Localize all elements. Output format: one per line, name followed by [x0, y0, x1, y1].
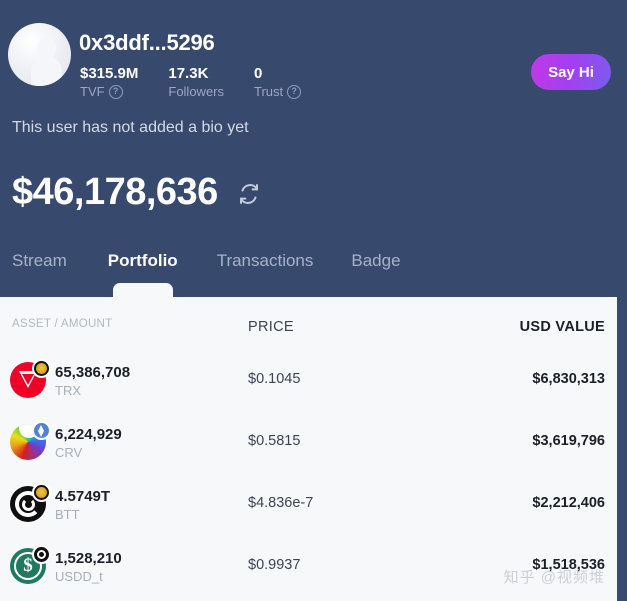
trx-coin-icon	[10, 359, 52, 401]
asset-amount: 65,386,708	[55, 364, 131, 381]
tron-chain-badge	[32, 483, 51, 502]
column-header-price: PRICE	[248, 319, 294, 335]
asset-usd-value: $3,619,796	[532, 433, 605, 449]
profile-bio: This user has not added a bio yet	[12, 119, 249, 136]
asset-symbol: USDD_t	[55, 569, 103, 584]
tab-transactions[interactable]: Transactions	[217, 249, 314, 297]
stat-tvf: $315.9M TVF ?	[80, 64, 138, 101]
stat-followers-label: Followers	[168, 83, 224, 101]
dark-chain-badge-inner	[37, 550, 46, 559]
asset-symbol: CRV	[55, 445, 83, 460]
asset-usd-value: $1,518,536	[532, 557, 605, 573]
stat-followers-value: 17.3K	[168, 65, 209, 82]
tron-chain-badge-inner	[36, 487, 47, 498]
profile-header: 0x3ddf...5296 $315.9M TVF ? 17.3K Follow…	[0, 0, 627, 297]
tab-badge-label: Badge	[351, 251, 401, 270]
avatar[interactable]	[8, 23, 71, 86]
column-header-asset: ASSET / AMOUNT	[12, 318, 113, 330]
page-title: 0x3ddf...5296	[79, 30, 215, 55]
tab-transactions-label: Transactions	[216, 251, 314, 270]
say-hi-button[interactable]: Say Hi	[531, 54, 611, 90]
stat-trust: 0 Trust ?	[254, 64, 302, 101]
avatar-body-shape	[30, 56, 62, 86]
tab-indicator	[112, 283, 173, 297]
balance-row: $46,178,636	[12, 169, 261, 215]
portfolio-table: ASSET / AMOUNT PRICE USD VALUE 65,386,70…	[0, 297, 617, 601]
stat-trust-label: Trust ?	[254, 83, 302, 101]
tab-stream[interactable]: Stream	[12, 249, 67, 297]
stat-followers[interactable]: 17.3K Followers	[168, 64, 224, 101]
asset-price: $0.1045	[248, 371, 301, 387]
help-icon[interactable]: ?	[287, 85, 302, 99]
table-row[interactable]: 65,386,708 TRX $0.1045 $6,830,313	[0, 349, 617, 411]
stat-trust-value: 0	[254, 65, 263, 82]
tab-portfolio-label: Portfolio	[107, 251, 178, 270]
tab-portfolio[interactable]: Portfolio	[108, 249, 178, 297]
refresh-icon[interactable]	[237, 182, 261, 206]
tab-stream-label: Stream	[12, 251, 67, 270]
total-balance: $46,178,636	[12, 171, 218, 213]
asset-amount: 4.5749T	[55, 488, 111, 505]
crv-coin-icon	[10, 421, 52, 463]
asset-amount: 1,528,210	[55, 550, 122, 567]
stat-tvf-value: $315.9M	[80, 65, 139, 82]
tab-badge[interactable]: Badge	[351, 249, 400, 297]
asset-price: $0.5815	[248, 433, 301, 449]
stat-trust-label-text: Trust	[254, 84, 284, 99]
btt-spiral-inner	[22, 498, 35, 511]
tron-chain-badge	[32, 359, 51, 378]
asset-usd-value: $2,212,406	[532, 495, 605, 511]
asset-price: $4.836e-7	[248, 495, 314, 511]
asset-usd-value: $6,830,313	[532, 371, 605, 387]
btt-coin-icon	[10, 483, 52, 525]
table-header-row: ASSET / AMOUNT PRICE USD VALUE	[0, 297, 617, 349]
profile-stats: $315.9M TVF ? 17.3K Followers 0 Trust ?	[80, 64, 331, 101]
asset-symbol: TRX	[55, 383, 81, 398]
column-header-usd-value: USD VALUE	[519, 319, 605, 335]
asset-symbol: BTT	[55, 507, 80, 522]
stat-followers-label-text: Followers	[168, 84, 224, 99]
table-row[interactable]: $ 1,528,210 USDD_t $0.9937 $1,518,536	[0, 535, 617, 597]
trx-triangle-inner-shape	[22, 374, 34, 385]
table-row[interactable]: 6,224,929 CRV $0.5815 $3,619,796	[0, 411, 617, 473]
profile-tabs: Stream Portfolio Transactions Badge	[0, 249, 627, 297]
dark-chain-badge	[32, 545, 51, 564]
tron-chain-badge-inner	[36, 363, 47, 374]
asset-amount: 6,224,929	[55, 426, 122, 443]
asset-price: $0.9937	[248, 557, 301, 573]
stat-tvf-label-text: TVF	[80, 84, 105, 99]
help-icon[interactable]: ?	[108, 85, 123, 99]
ethereum-chain-badge	[32, 421, 51, 440]
profile-summary: 0x3ddf...5296 $315.9M TVF ? 17.3K Follow…	[0, 14, 627, 99]
right-edge-strip	[617, 297, 627, 601]
stat-tvf-label: TVF ?	[80, 83, 138, 101]
table-row[interactable]: 4.5749T BTT $4.836e-7 $2,212,406	[0, 473, 617, 535]
usdd-coin-icon: $	[10, 545, 52, 587]
ethereum-diamond-bottom	[38, 430, 44, 437]
profile-portfolio-page: 0x3ddf...5296 $315.9M TVF ? 17.3K Follow…	[0, 0, 627, 601]
